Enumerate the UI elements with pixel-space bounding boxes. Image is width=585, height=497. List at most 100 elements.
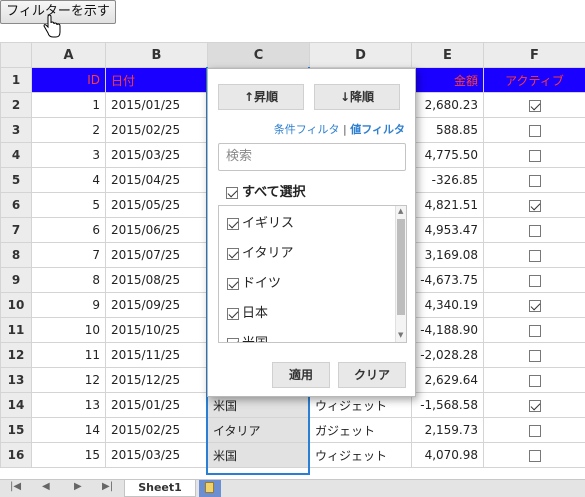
filter-list-scrollbar[interactable]: ▲ ▼	[395, 206, 406, 342]
sheet-tab-sheet1[interactable]: Sheet1	[124, 480, 196, 497]
cell-active[interactable]	[483, 442, 585, 468]
cell-id[interactable]: 11	[31, 342, 106, 368]
cell-id[interactable]: 9	[31, 292, 106, 318]
filter-search-input[interactable]: 検索	[218, 143, 406, 171]
cell-date[interactable]: 2015/07/25	[105, 242, 208, 268]
apply-button[interactable]: 適用	[272, 362, 330, 388]
cell-active[interactable]	[483, 317, 585, 343]
row-header[interactable]: 13	[0, 367, 32, 393]
row-header[interactable]: 6	[0, 192, 32, 218]
column-header-a[interactable]: A	[31, 42, 106, 68]
checkbox-unchecked-icon[interactable]	[528, 224, 541, 237]
scrollbar-thumb[interactable]	[397, 219, 405, 315]
row-header[interactable]: 12	[0, 342, 32, 368]
cell-amount[interactable]: 4,821.51	[411, 192, 484, 218]
cell-id[interactable]: 12	[31, 367, 106, 393]
cell-date[interactable]: 2015/08/25	[105, 267, 208, 293]
cell-date[interactable]: 2015/11/25	[105, 342, 208, 368]
last-sheet-icon[interactable]: ▶|	[102, 481, 113, 492]
checkbox-unchecked-icon[interactable]	[528, 349, 541, 362]
cell-active[interactable]	[483, 192, 585, 218]
cell-id[interactable]: 8	[31, 267, 106, 293]
column-header-c[interactable]: C	[207, 42, 310, 68]
cell-id[interactable]: 1	[31, 92, 106, 118]
sort-descending-button[interactable]: ↓降順	[314, 84, 400, 110]
cell-active[interactable]	[483, 92, 585, 118]
cell-id[interactable]: 4	[31, 167, 106, 193]
value-filter-link[interactable]: 値フィルタ	[350, 123, 405, 136]
row-header[interactable]: 7	[0, 217, 32, 243]
cell-active[interactable]	[483, 117, 585, 143]
cell-amount[interactable]: -1,568.58	[411, 392, 484, 418]
row-header[interactable]: 4	[0, 142, 32, 168]
cell-id[interactable]: 13	[31, 392, 106, 418]
checkbox-unchecked-icon[interactable]	[528, 124, 541, 137]
corner-cell[interactable]	[0, 42, 32, 68]
row-header[interactable]: 14	[0, 392, 32, 418]
prev-sheet-icon[interactable]: ◀	[42, 481, 50, 492]
row-header[interactable]: 5	[0, 167, 32, 193]
cell-date[interactable]: 2015/03/25	[105, 442, 208, 468]
cell-d[interactable]: ウィジェット	[309, 442, 412, 468]
row-header[interactable]: 8	[0, 242, 32, 268]
next-sheet-icon[interactable]: ▶	[74, 481, 82, 492]
row-header[interactable]: 3	[0, 117, 32, 143]
filter-item-germany[interactable]: ドイツ	[227, 272, 281, 291]
cell-active[interactable]	[483, 217, 585, 243]
column-header-b[interactable]: B	[105, 42, 208, 68]
cell-amount[interactable]: -4,673.75	[411, 267, 484, 293]
checkbox-checked-icon[interactable]	[528, 299, 541, 312]
checkbox-checked-icon[interactable]	[528, 99, 541, 112]
cell-amount[interactable]: 4,775.50	[411, 142, 484, 168]
header-cell-amount[interactable]: 金額	[411, 67, 484, 93]
checkbox-unchecked-icon[interactable]	[528, 274, 541, 287]
cell-amount[interactable]: 4,070.98	[411, 442, 484, 468]
sort-ascending-button[interactable]: ↑昇順	[218, 84, 304, 110]
header-cell-active[interactable]: アクティブ	[483, 67, 585, 93]
cell-date[interactable]: 2015/04/25	[105, 167, 208, 193]
cell-amount[interactable]: 2,629.64	[411, 367, 484, 393]
cell-active[interactable]	[483, 392, 585, 418]
cell-active[interactable]	[483, 292, 585, 318]
cell-d[interactable]: ガジェット	[309, 417, 412, 443]
cell-amount[interactable]: 588.85	[411, 117, 484, 143]
cell-active[interactable]	[483, 267, 585, 293]
cell-date[interactable]: 2015/12/25	[105, 367, 208, 393]
cell-amount[interactable]: 2,680.23	[411, 92, 484, 118]
row-header[interactable]: 1	[0, 67, 32, 93]
column-header-f[interactable]: F	[483, 42, 585, 68]
first-sheet-icon[interactable]: |◀	[10, 481, 21, 492]
cell-id[interactable]: 14	[31, 417, 106, 443]
checkbox-unchecked-icon[interactable]	[528, 424, 541, 437]
checkbox-unchecked-icon[interactable]	[528, 449, 541, 462]
filter-item-usa[interactable]: 米国	[227, 332, 268, 342]
cell-active[interactable]	[483, 417, 585, 443]
filter-item-italy[interactable]: イタリア	[227, 242, 293, 261]
header-cell-id[interactable]: ID	[31, 67, 106, 93]
checkbox-checked-icon[interactable]	[528, 399, 541, 412]
row-header[interactable]: 11	[0, 317, 32, 343]
cell-date[interactable]: 2015/06/25	[105, 217, 208, 243]
cell-active[interactable]	[483, 242, 585, 268]
condition-filter-link[interactable]: 条件フィルタ	[274, 123, 340, 136]
checkbox-unchecked-icon[interactable]	[528, 174, 541, 187]
checkbox-checked-icon[interactable]	[528, 199, 541, 212]
filter-item-japan[interactable]: 日本	[227, 302, 268, 321]
row-header[interactable]: 10	[0, 292, 32, 318]
add-sheet-icon[interactable]	[199, 480, 221, 497]
checkbox-unchecked-icon[interactable]	[528, 249, 541, 262]
clear-button[interactable]: クリア	[338, 362, 406, 388]
checkbox-unchecked-icon[interactable]	[528, 374, 541, 387]
checkbox-unchecked-icon[interactable]	[528, 324, 541, 337]
cell-id[interactable]: 7	[31, 242, 106, 268]
row-header[interactable]: 15	[0, 417, 32, 443]
cell-active[interactable]	[483, 342, 585, 368]
column-header-e[interactable]: E	[411, 42, 484, 68]
cell-id[interactable]: 3	[31, 142, 106, 168]
cell-amount[interactable]: 4,953.47	[411, 217, 484, 243]
cell-active[interactable]	[483, 367, 585, 393]
cell-active[interactable]	[483, 167, 585, 193]
row-header[interactable]: 2	[0, 92, 32, 118]
row-header[interactable]: 9	[0, 267, 32, 293]
cell-date[interactable]: 2015/01/25	[105, 392, 208, 418]
